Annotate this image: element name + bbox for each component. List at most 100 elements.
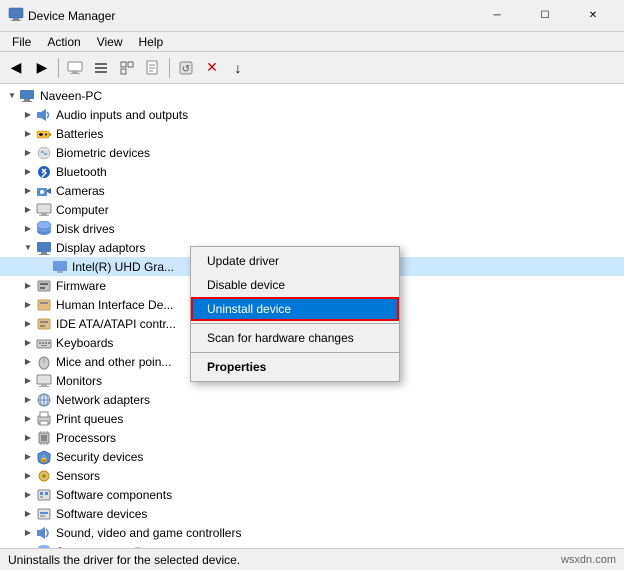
back-button[interactable]: ◀	[4, 56, 28, 80]
keyboards-icon	[36, 335, 52, 351]
menu-help[interactable]: Help	[131, 33, 172, 51]
computer-icon2	[36, 202, 52, 218]
properties-button[interactable]	[141, 56, 165, 80]
intel-icon	[52, 259, 68, 275]
sw-components-toggle[interactable]: ▶	[20, 487, 36, 503]
computer-icon	[20, 88, 36, 104]
display-toggle[interactable]: ▼	[20, 240, 36, 256]
brand-text: wsxdn.com	[561, 554, 616, 566]
menu-action[interactable]: Action	[39, 33, 88, 51]
keyboards-toggle[interactable]: ▶	[20, 335, 36, 351]
collapse-button[interactable]	[89, 56, 113, 80]
menu-file[interactable]: File	[4, 33, 39, 51]
computer-icon-btn[interactable]	[63, 56, 87, 80]
tree-item-security[interactable]: ▶ 🔒 Security devices	[0, 447, 624, 466]
computer-label: Computer	[56, 203, 109, 217]
main-area: ▼ Naveen-PC ▶ Audio inputs an	[0, 84, 624, 548]
uninstall-button[interactable]: ✕	[200, 56, 224, 80]
tree-item-audio[interactable]: ▶ Audio inputs and outputs	[0, 105, 624, 124]
biometric-label: Biometric devices	[56, 146, 150, 160]
network-toggle[interactable]: ▶	[20, 392, 36, 408]
sound-label: Sound, video and game controllers	[56, 526, 241, 540]
tree-item-biometric[interactable]: ▶ Biometric devices	[0, 143, 624, 162]
minimize-button[interactable]: ─	[474, 0, 520, 32]
processors-icon	[36, 430, 52, 446]
ide-toggle[interactable]: ▶	[20, 316, 36, 332]
monitors-toggle[interactable]: ▶	[20, 373, 36, 389]
forward-button[interactable]: ▶	[30, 56, 54, 80]
sound-icon	[36, 525, 52, 541]
sensors-icon	[36, 468, 52, 484]
maximize-button[interactable]: ☐	[522, 0, 568, 32]
mice-label: Mice and other poin...	[56, 355, 171, 369]
status-text: Uninstalls the driver for the selected d…	[8, 553, 240, 567]
cameras-toggle[interactable]: ▶	[20, 183, 36, 199]
sw-components-label: Software components	[56, 488, 172, 502]
storage-toggle[interactable]: ▶	[20, 544, 36, 549]
tree-item-disk[interactable]: ▶ Disk drives	[0, 219, 624, 238]
toolbar: ◀ ▶ ↺	[0, 52, 624, 84]
root-toggle[interactable]: ▼	[4, 88, 20, 104]
disk-icon	[36, 221, 52, 237]
hid-toggle[interactable]: ▶	[20, 297, 36, 313]
tree-item-sw-components[interactable]: ▶ Software components	[0, 485, 624, 504]
hid-label: Human Interface De...	[56, 298, 173, 312]
computer-toggle[interactable]: ▶	[20, 202, 36, 218]
tree-item-cameras[interactable]: ▶ Cameras	[0, 181, 624, 200]
sw-devices-label: Software devices	[56, 507, 147, 521]
menu-bar: File Action View Help	[0, 32, 624, 52]
batteries-toggle[interactable]: ▶	[20, 126, 36, 142]
title-bar: Device Manager ─ ☐ ✕	[0, 0, 624, 32]
security-toggle[interactable]: ▶	[20, 449, 36, 465]
mice-icon	[36, 354, 52, 370]
context-menu-uninstall-device[interactable]: Uninstall device	[191, 297, 399, 321]
firmware-icon	[36, 278, 52, 294]
context-menu-update-driver[interactable]: Update driver	[191, 249, 399, 273]
sensors-toggle[interactable]: ▶	[20, 468, 36, 484]
monitors-label: Monitors	[56, 374, 102, 388]
audio-toggle[interactable]: ▶	[20, 107, 36, 123]
tree-item-sw-devices[interactable]: ▶ Software devices	[0, 504, 624, 523]
tree-item-processors[interactable]: ▶ Processors	[0, 428, 624, 447]
disk-toggle[interactable]: ▶	[20, 221, 36, 237]
audio-label: Audio inputs and outputs	[56, 108, 188, 122]
sound-toggle[interactable]: ▶	[20, 525, 36, 541]
ide-icon	[36, 316, 52, 332]
bluetooth-icon	[36, 164, 52, 180]
title-bar-controls: ─ ☐ ✕	[474, 0, 616, 32]
menu-view[interactable]: View	[89, 33, 131, 51]
tree-item-computer[interactable]: ▶ Computer	[0, 200, 624, 219]
tree-item-sound[interactable]: ▶ Sound, video and game controllers	[0, 523, 624, 542]
tree-root-label: Naveen-PC	[40, 89, 102, 103]
tree-root[interactable]: ▼ Naveen-PC	[0, 86, 624, 105]
expand-button[interactable]	[115, 56, 139, 80]
firmware-label: Firmware	[56, 279, 106, 293]
monitors-icon	[36, 373, 52, 389]
sw-devices-toggle[interactable]: ▶	[20, 506, 36, 522]
close-button[interactable]: ✕	[570, 0, 616, 32]
scan-button[interactable]: ↓	[226, 56, 250, 80]
context-menu-properties[interactable]: Properties	[191, 355, 399, 379]
context-menu-disable-device[interactable]: Disable device	[191, 273, 399, 297]
tree-item-storage[interactable]: ▶ Storage controllers	[0, 542, 624, 548]
processors-label: Processors	[56, 431, 116, 445]
bluetooth-toggle[interactable]: ▶	[20, 164, 36, 180]
tree-item-network[interactable]: ▶ Network adapters	[0, 390, 624, 409]
tree-item-bluetooth[interactable]: ▶ Bluetooth	[0, 162, 624, 181]
security-icon: 🔒	[36, 449, 52, 465]
tree-item-batteries[interactable]: ▶ Batteries	[0, 124, 624, 143]
mice-toggle[interactable]: ▶	[20, 354, 36, 370]
update-driver-button[interactable]: ↺	[174, 56, 198, 80]
hid-icon	[36, 297, 52, 313]
status-bar: Uninstalls the driver for the selected d…	[0, 548, 624, 570]
context-menu-scan[interactable]: Scan for hardware changes	[191, 326, 399, 350]
toolbar-sep-2	[169, 58, 170, 78]
firmware-toggle[interactable]: ▶	[20, 278, 36, 294]
sw-devices-icon	[36, 506, 52, 522]
tree-item-print[interactable]: ▶ Print queues	[0, 409, 624, 428]
tree-item-sensors[interactable]: ▶ Sensors	[0, 466, 624, 485]
security-label: Security devices	[56, 450, 143, 464]
processors-toggle[interactable]: ▶	[20, 430, 36, 446]
print-toggle[interactable]: ▶	[20, 411, 36, 427]
biometric-toggle[interactable]: ▶	[20, 145, 36, 161]
